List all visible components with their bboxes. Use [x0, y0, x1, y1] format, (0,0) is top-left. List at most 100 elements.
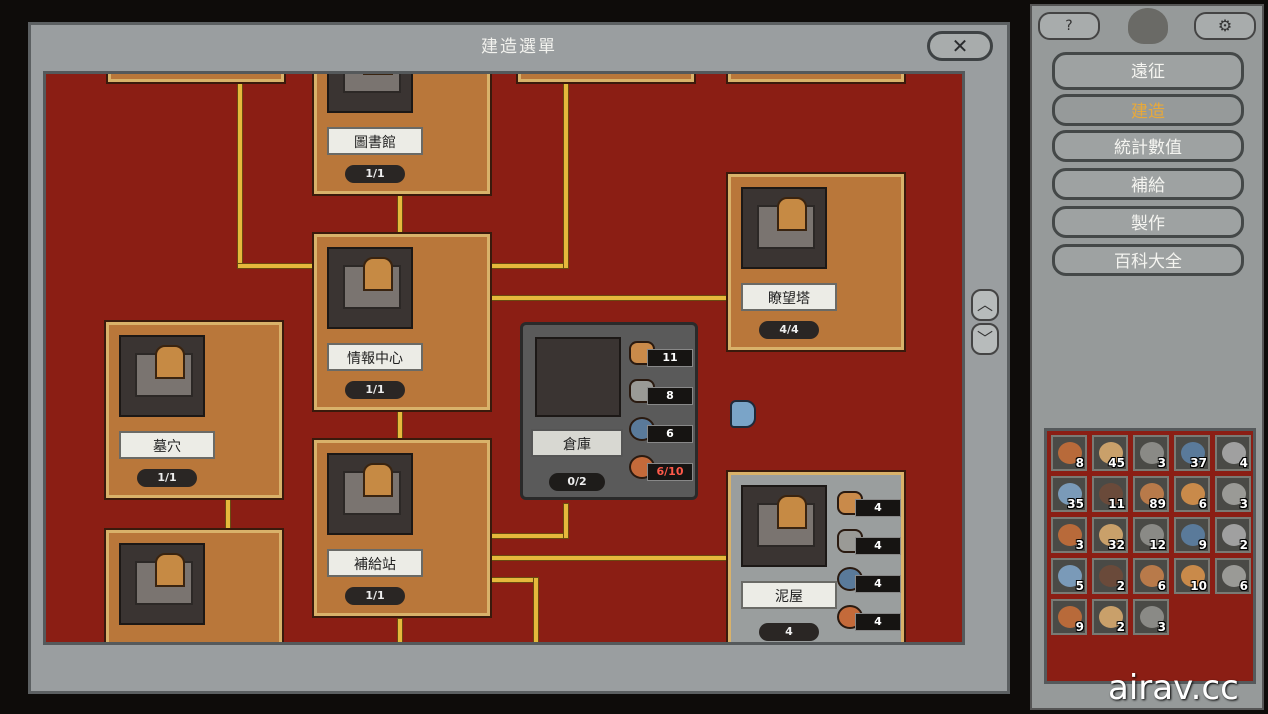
intel-center-art: [327, 247, 413, 329]
scroll-up-button[interactable]: ︿: [971, 289, 999, 321]
building-name: 墓穴: [119, 431, 215, 459]
cost-stone: 4: [837, 529, 903, 557]
inventory-slot[interactable]: 9: [1174, 517, 1210, 553]
resource-count: 89: [1149, 497, 1166, 511]
resource-count: 3: [1157, 620, 1166, 634]
inventory-slot[interactable]: 89: [1133, 476, 1169, 512]
scroll-down-button[interactable]: ﹀: [971, 323, 999, 355]
building-name: 圖書館: [327, 127, 423, 155]
storage-art: [535, 337, 621, 417]
building-name: 泥屋: [741, 581, 837, 609]
building-card-storage[interactable]: 倉庫 0/2 11 8 6 6/10: [520, 322, 698, 500]
inventory-slot[interactable]: 9: [1051, 599, 1087, 635]
resource-count: 4: [1239, 456, 1248, 470]
menu-craft-button[interactable]: 製作: [1052, 206, 1244, 238]
resource-count: 6: [1157, 579, 1166, 593]
building-name: 倉庫: [531, 429, 623, 457]
resource-count: 8: [1075, 456, 1084, 470]
inventory-slot[interactable]: 6: [1174, 476, 1210, 512]
building-count: 1/1: [345, 165, 405, 183]
menu-supply-button[interactable]: 補給: [1052, 168, 1244, 200]
building-count: 4/4: [759, 321, 819, 339]
building-card-library[interactable]: 圖書館 1/1: [314, 74, 490, 194]
resource-count: 2: [1116, 620, 1125, 634]
crypt-art: [119, 335, 205, 417]
building-art: [119, 543, 205, 625]
building-card-intel-center[interactable]: 情報中心 1/1: [314, 234, 490, 410]
building-card-watchtower[interactable]: 瞭望塔 4/4: [728, 174, 904, 350]
resource-count: 3: [1239, 497, 1248, 511]
inventory-slot[interactable]: 4: [1215, 435, 1251, 471]
building-card-partial[interactable]: [518, 74, 694, 82]
resource-count: 3: [1075, 538, 1084, 552]
mud-hut-art: [741, 485, 827, 567]
resource-count: 10: [1190, 579, 1207, 593]
inventory-slot[interactable]: 11: [1092, 476, 1128, 512]
inventory-slot[interactable]: 6: [1215, 558, 1251, 594]
close-button[interactable]: ✕: [927, 31, 993, 61]
chevron-down-icon: ﹀: [976, 329, 993, 348]
building-count: 1/1: [345, 381, 405, 399]
inventory-slot[interactable]: 12: [1133, 517, 1169, 553]
menu-encyclopedia-button[interactable]: 百科大全: [1052, 244, 1244, 276]
resource-count: 9: [1198, 538, 1207, 552]
building-count: 1/1: [137, 469, 197, 487]
cost-stone: 8: [629, 379, 695, 407]
resource-count: 6: [1198, 497, 1207, 511]
building-name: 補給站: [327, 549, 423, 577]
cost-food: 4: [837, 605, 903, 633]
resource-count: 6: [1239, 579, 1248, 593]
building-card-mud-hut[interactable]: 泥屋 4 4 4 4 4: [728, 472, 904, 642]
inventory-slot[interactable]: 5: [1051, 558, 1087, 594]
building-card-partial[interactable]: [728, 74, 904, 82]
inventory-slot[interactable]: 45: [1092, 435, 1128, 471]
resource-count: 35: [1067, 497, 1084, 511]
pointer-cursor-icon: [730, 400, 756, 428]
menu-stats-button[interactable]: 統計數值: [1052, 130, 1244, 162]
building-card-partial[interactable]: [106, 530, 282, 642]
gear-icon: ⚙: [1217, 16, 1233, 35]
watermark: airav.cc: [1108, 668, 1239, 708]
building-count: 1/1: [345, 587, 405, 605]
building-name: 情報中心: [327, 343, 423, 371]
settings-button[interactable]: ⚙: [1194, 12, 1256, 40]
inventory-slot[interactable]: 3: [1133, 435, 1169, 471]
building-card-crypt[interactable]: 墓穴 1/1: [106, 322, 282, 498]
building-count: 4: [759, 623, 819, 641]
inventory-slot[interactable]: 8: [1051, 435, 1087, 471]
resource-count: 32: [1108, 538, 1125, 552]
building-card-partial[interactable]: [108, 74, 284, 82]
resource-count: 37: [1190, 456, 1207, 470]
cost-food: 6/10: [629, 455, 695, 483]
inventory-slot[interactable]: 2: [1092, 558, 1128, 594]
inventory-slot[interactable]: 6: [1133, 558, 1169, 594]
building-name: 瞭望塔: [741, 283, 837, 311]
cost-wood: 4: [837, 491, 903, 519]
resource-count: 2: [1116, 579, 1125, 593]
cost-metal: 6: [629, 417, 695, 445]
inventory-slot[interactable]: 37: [1174, 435, 1210, 471]
inventory-slot[interactable]: 32: [1092, 517, 1128, 553]
inventory-slot[interactable]: 10: [1174, 558, 1210, 594]
inventory-slot[interactable]: 2: [1092, 599, 1128, 635]
inventory-slot[interactable]: 3: [1215, 476, 1251, 512]
resource-inventory: 8 45 3 37 4 35 11 89 6 3 3 32 12 9 2 5 2 6 10 6 9 2 3: [1044, 428, 1256, 684]
building-card-supply-depot[interactable]: 補給站 1/1: [314, 440, 490, 616]
inventory-slot[interactable]: 35: [1051, 476, 1087, 512]
resource-count: 9: [1075, 620, 1084, 634]
help-button[interactable]: ?: [1038, 12, 1100, 40]
inventory-slot[interactable]: 3: [1051, 517, 1087, 553]
resource-count: 3: [1157, 456, 1166, 470]
window-title: 建造選單: [481, 37, 557, 57]
resource-count: 5: [1075, 579, 1084, 593]
close-icon: ✕: [951, 34, 969, 58]
menu-expedition-button[interactable]: 遠征: [1052, 52, 1244, 90]
resource-count: 45: [1108, 456, 1125, 470]
inventory-slot[interactable]: 2: [1215, 517, 1251, 553]
chevron-up-icon: ︿: [976, 295, 993, 314]
inventory-slot[interactable]: 3: [1133, 599, 1169, 635]
menu-build-button[interactable]: 建造: [1052, 94, 1244, 126]
supply-depot-art: [327, 453, 413, 535]
resource-count: 12: [1149, 538, 1166, 552]
watchtower-art: [741, 187, 827, 269]
